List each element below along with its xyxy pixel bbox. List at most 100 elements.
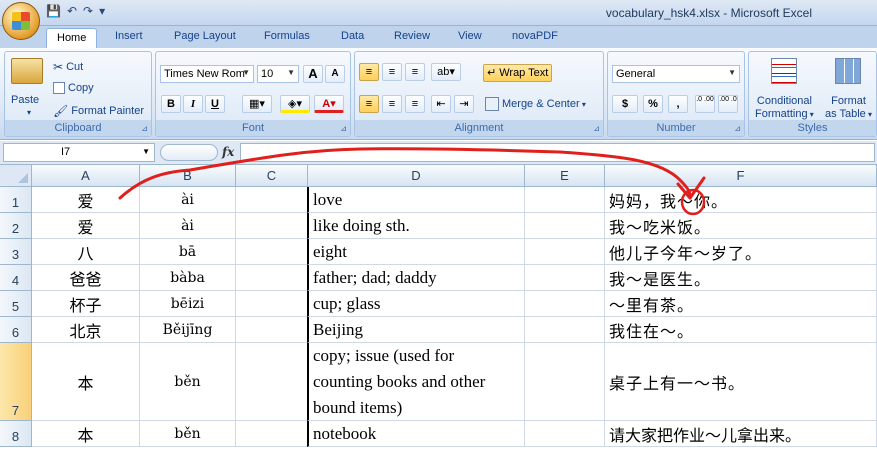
dialog-launcher-icon[interactable]: ⊿: [734, 124, 741, 133]
table-cell[interactable]: 杯子: [32, 291, 140, 317]
row-header-selected[interactable]: 7: [0, 343, 32, 421]
increase-decimal-button[interactable]: .0 .00: [695, 95, 715, 113]
column-header-e[interactable]: E: [525, 165, 605, 187]
tab-novapdf[interactable]: novaPDF: [512, 30, 558, 42]
align-top-icon[interactable]: ≡: [359, 63, 379, 81]
dialog-launcher-icon[interactable]: ⊿: [340, 124, 347, 133]
table-cell[interactable]: [525, 343, 605, 421]
table-cell[interactable]: [525, 239, 605, 265]
align-middle-icon[interactable]: ≡: [382, 63, 402, 81]
conditional-formatting-button[interactable]: Conditional Formatting ▾: [755, 95, 814, 121]
table-cell[interactable]: [236, 291, 308, 317]
table-cell[interactable]: bēizi: [140, 291, 236, 317]
table-cell[interactable]: 八: [32, 239, 140, 265]
name-box[interactable]: I7 ▼: [3, 143, 155, 162]
underline-button[interactable]: U: [205, 95, 225, 113]
tab-review[interactable]: Review: [394, 30, 430, 42]
table-cell[interactable]: bā: [140, 239, 236, 265]
italic-button[interactable]: I: [183, 95, 203, 113]
format-painter-button[interactable]: 🖌 Format Painter: [53, 104, 144, 118]
row-header[interactable]: 4: [0, 265, 32, 291]
insert-function-icon[interactable]: fx: [222, 145, 234, 159]
table-cell[interactable]: 爱: [32, 187, 140, 213]
table-cell[interactable]: 我住在～。: [605, 317, 877, 343]
table-cell[interactable]: bàba: [140, 265, 236, 291]
table-cell[interactable]: [525, 421, 605, 447]
decrease-decimal-button[interactable]: .00 .0: [718, 95, 738, 113]
table-cell[interactable]: běn: [140, 421, 236, 447]
column-header-b[interactable]: B: [140, 165, 236, 187]
table-cell[interactable]: copy; issue (used for counting books and…: [307, 343, 525, 421]
table-cell[interactable]: [236, 317, 308, 343]
tab-formulas[interactable]: Formulas: [264, 30, 310, 42]
merge-center-button[interactable]: Merge & Center ▾: [485, 97, 586, 111]
table-cell[interactable]: 妈妈，我～你。: [605, 187, 877, 213]
row-header[interactable]: 3: [0, 239, 32, 265]
table-cell[interactable]: 我～吃米饭。: [605, 213, 877, 239]
dialog-launcher-icon[interactable]: ⊿: [141, 124, 148, 133]
table-cell[interactable]: [525, 265, 605, 291]
tab-data[interactable]: Data: [341, 30, 364, 42]
table-cell[interactable]: 他儿子今年～岁了。: [605, 239, 877, 265]
table-cell[interactable]: like doing sth.: [307, 213, 525, 239]
font-family-select[interactable]: Times New Rom ▼: [160, 65, 254, 83]
table-cell[interactable]: [236, 213, 308, 239]
row-header[interactable]: 6: [0, 317, 32, 343]
table-cell[interactable]: [236, 239, 308, 265]
font-color-icon[interactable]: A▾: [314, 95, 344, 113]
table-cell[interactable]: [525, 187, 605, 213]
table-cell[interactable]: [525, 291, 605, 317]
fill-color-icon[interactable]: ◈▾: [280, 95, 310, 113]
table-cell[interactable]: [236, 421, 308, 447]
table-cell[interactable]: [525, 213, 605, 239]
orientation-icon[interactable]: ab▾: [431, 63, 461, 81]
tab-page-layout[interactable]: Page Layout: [174, 30, 236, 42]
align-center-icon[interactable]: ≡: [382, 95, 402, 113]
table-cell[interactable]: 请大家把作业～儿拿出来。: [605, 421, 877, 447]
table-cell[interactable]: běn: [140, 343, 236, 421]
paste-button[interactable]: Paste: [11, 94, 39, 106]
tab-home[interactable]: Home: [46, 28, 98, 48]
table-cell[interactable]: eight: [307, 239, 525, 265]
table-cell[interactable]: 北京: [32, 317, 140, 343]
table-cell[interactable]: 爸爸: [32, 265, 140, 291]
table-cell[interactable]: Běijīng: [140, 317, 236, 343]
font-size-select[interactable]: 10 ▼: [257, 65, 299, 83]
table-cell[interactable]: [236, 343, 308, 421]
dialog-launcher-icon[interactable]: ⊿: [593, 124, 600, 133]
copy-button[interactable]: Copy: [53, 82, 94, 95]
column-header-c[interactable]: C: [236, 165, 308, 187]
comma-button[interactable]: ,: [668, 95, 688, 113]
table-cell[interactable]: 本: [32, 421, 140, 447]
row-header[interactable]: 2: [0, 213, 32, 239]
table-cell[interactable]: 爱: [32, 213, 140, 239]
wrap-text-button[interactable]: ↵ Wrap Text: [483, 64, 553, 82]
row-header[interactable]: 5: [0, 291, 32, 317]
table-cell[interactable]: ài: [140, 187, 236, 213]
table-cell[interactable]: notebook: [307, 421, 525, 447]
table-cell[interactable]: cup; glass: [307, 291, 525, 317]
row-header[interactable]: 8: [0, 421, 32, 447]
decrease-indent-icon[interactable]: ⇤: [431, 95, 451, 113]
format-as-table-button[interactable]: Format as Table ▾: [825, 95, 872, 121]
shrink-font-icon[interactable]: A: [325, 65, 345, 83]
chevron-down-icon[interactable]: ▾: [27, 108, 31, 117]
column-header-d[interactable]: D: [308, 165, 525, 187]
increase-indent-icon[interactable]: ⇥: [454, 95, 474, 113]
grow-font-icon[interactable]: A: [303, 65, 323, 83]
align-right-icon[interactable]: ≡: [405, 95, 425, 113]
bold-button[interactable]: B: [161, 95, 181, 113]
percent-button[interactable]: %: [643, 95, 663, 113]
table-cell[interactable]: [525, 317, 605, 343]
align-bottom-icon[interactable]: ≡: [405, 63, 425, 81]
table-cell[interactable]: [236, 265, 308, 291]
table-cell[interactable]: 我～是医生。: [605, 265, 877, 291]
column-header-a[interactable]: A: [32, 165, 140, 187]
table-cell[interactable]: [236, 187, 308, 213]
table-cell[interactable]: 本: [32, 343, 140, 421]
currency-button[interactable]: $: [612, 95, 638, 113]
borders-icon[interactable]: ▦▾: [242, 95, 272, 113]
cut-button[interactable]: ✂ Cut: [53, 60, 83, 74]
formula-input[interactable]: [240, 143, 875, 162]
select-all-corner[interactable]: [0, 165, 32, 187]
